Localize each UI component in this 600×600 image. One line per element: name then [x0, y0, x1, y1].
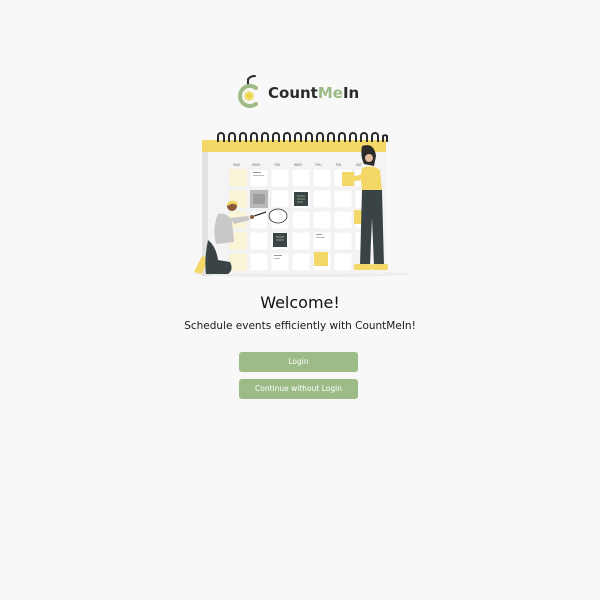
day-label: SAT: [356, 163, 362, 167]
day-label: FRI: [336, 163, 341, 167]
logo-text-in: In: [342, 84, 360, 102]
app-logo: CountMeIn: [236, 74, 359, 110]
logo-wordmark: CountMeIn: [268, 73, 359, 111]
logo-text-count: Count: [268, 84, 318, 102]
day-label: TUE: [273, 163, 280, 167]
day-label: SUN: [233, 163, 240, 167]
logo-text-me: Me: [317, 84, 343, 102]
welcome-subtitle: Schedule events efficiently with CountMe…: [184, 320, 416, 332]
day-label: MON: [252, 163, 260, 167]
logo-icon: [238, 75, 258, 108]
day-label: THU: [314, 163, 322, 167]
day-label: WED: [294, 163, 302, 167]
welcome-title: Welcome!: [260, 293, 340, 312]
login-button[interactable]: Login: [239, 352, 358, 372]
welcome-screen: CountMeIn SUN MON TUE WED THU FRI SAT We…: [0, 0, 600, 600]
continue-without-login-button[interactable]: Continue without Login: [239, 379, 358, 399]
calendar-illustration: SUN MON TUE WED THU FRI SAT: [193, 132, 409, 277]
